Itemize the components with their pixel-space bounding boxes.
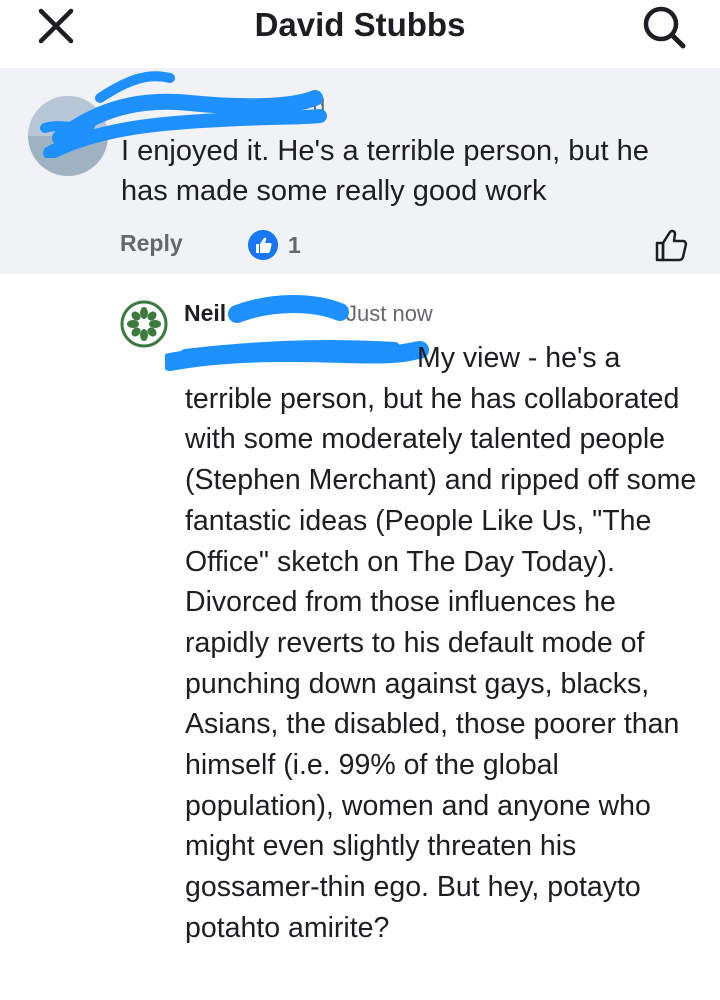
reply-comment: Neil Just now My view - he's a terrible … (0, 274, 720, 1000)
search-icon[interactable] (640, 4, 688, 50)
comment-text: My view - he's a terrible person, but he… (185, 342, 697, 944)
like-badge-icon[interactable] (248, 230, 278, 260)
comment-text: I enjoyed it. He's a terrible person, bu… (121, 135, 649, 207)
avatar[interactable] (120, 300, 168, 348)
like-count: 1 (288, 232, 301, 258)
top-bar: David Stubbs (0, 0, 720, 68)
page-title: David Stubbs (254, 6, 466, 43)
parent-comment: d I enjoyed it. He's a terrible person, … (0, 68, 720, 274)
like-outline-icon[interactable] (653, 228, 689, 264)
reply-button[interactable]: Reply (120, 230, 183, 257)
